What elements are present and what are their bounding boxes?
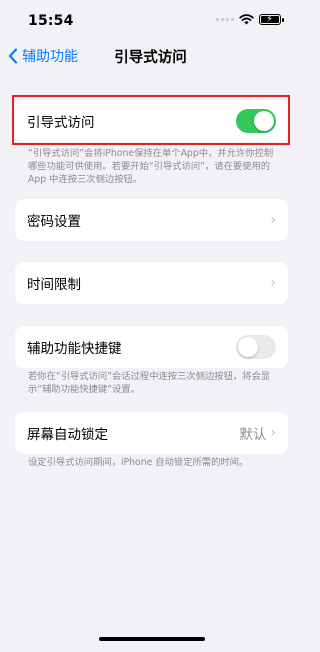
guided-access-footnote: “引导式访问”会将iPhone保持在单个App中，并允许你控制哪些功能可供使用。…	[28, 148, 274, 185]
status-bar: 15:54 ⚡	[0, 0, 301, 40]
accessibility-shortcut-toggle[interactable]	[236, 335, 276, 359]
auto-lock-row[interactable]: 屏幕自动锁定 默认 ›	[15, 412, 288, 454]
auto-lock-label: 屏幕自动锁定	[27, 427, 108, 443]
time-limits-row[interactable]: 时间限制 ›	[15, 262, 288, 304]
passcode-settings-row[interactable]: 密码设置 ›	[15, 199, 288, 241]
auto-lock-footnote: 设定引导式访问期间，iPhone 自动锁定所需的时间。	[28, 457, 249, 468]
battery-charging-icon: ⚡	[259, 14, 284, 25]
chevron-right-icon: ›	[270, 275, 276, 291]
status-icons: ⚡	[216, 14, 284, 25]
time-limits-label: 时间限制	[27, 277, 81, 293]
time-limits-group: 时间限制 ›	[15, 262, 288, 304]
auto-lock-value: 默认	[239, 427, 267, 443]
home-indicator[interactable]	[99, 637, 205, 641]
accessibility-shortcut-row: 辅助功能快捷键	[15, 326, 288, 368]
chevron-right-icon: ›	[270, 212, 276, 228]
auto-lock-group: 屏幕自动锁定 默认 ›	[15, 412, 288, 454]
chevron-right-icon: ›	[270, 425, 276, 441]
highlight-box	[12, 95, 290, 145]
passcode-settings-label: 密码设置	[27, 214, 81, 230]
passcode-group: 密码设置 ›	[15, 199, 288, 241]
accessibility-shortcut-group: 辅助功能快捷键	[15, 326, 288, 368]
status-time: 15:54	[28, 13, 74, 29]
page-title: 引导式访问	[114, 50, 187, 66]
accessibility-shortcut-label: 辅助功能快捷键	[27, 341, 122, 357]
signal-icon	[216, 18, 234, 21]
accessibility-shortcut-footnote: 若你在“引导式访问”会话过程中连按三次侧边按钮，将会显示“辅助功能快捷键”设置。	[28, 371, 271, 395]
wifi-icon	[239, 14, 254, 25]
navigation-bar: 辅助功能 引导式访问	[0, 40, 301, 72]
